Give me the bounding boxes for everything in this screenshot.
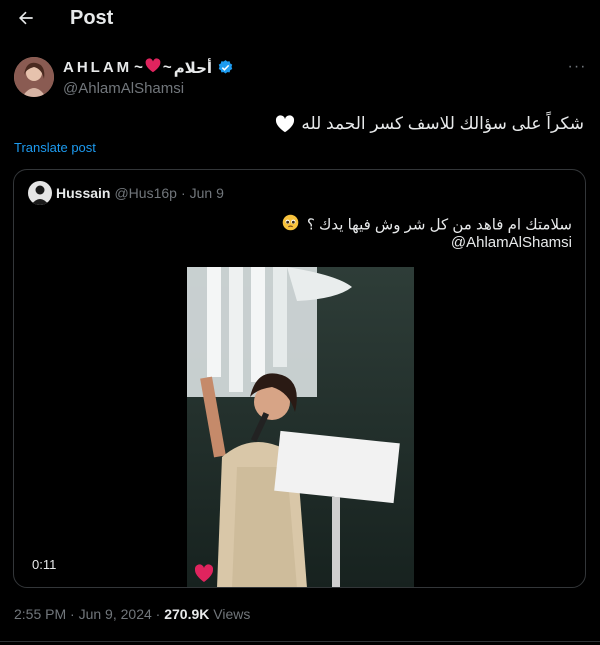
arrow-left-icon xyxy=(16,8,36,33)
verified-badge-icon xyxy=(217,59,234,76)
quoted-post-mention[interactable]: @AhlamAlShamsi xyxy=(451,234,572,251)
divider xyxy=(0,641,600,642)
dot-separator: · xyxy=(180,185,186,201)
name-separator: ~ xyxy=(134,59,143,76)
dot-separator: · xyxy=(70,606,75,622)
post-metadata: 2:55 PM · Jun 9, 2024 · 270.9K Views xyxy=(14,606,250,622)
views-label: Views xyxy=(213,606,251,622)
page-title: Post xyxy=(70,7,114,29)
dot-separator: · xyxy=(155,606,161,622)
quoted-author-name[interactable]: Hussain xyxy=(56,185,110,201)
author-display-name[interactable]: AHLAM ~ ~ أحلام xyxy=(63,58,234,77)
author-avatar[interactable] xyxy=(14,57,54,97)
pleading-face-icon xyxy=(282,214,299,237)
post-date[interactable]: Jun 9, 2024 xyxy=(79,606,152,622)
more-options-button[interactable]: ··· xyxy=(566,57,588,77)
quoted-author-avatar[interactable] xyxy=(28,181,52,205)
video-player[interactable] xyxy=(187,267,414,587)
header-bar: Post xyxy=(0,0,600,40)
name-separator: ~ xyxy=(162,59,172,76)
white-heart-icon xyxy=(275,115,295,133)
author-name-latin: AHLAM xyxy=(63,59,133,76)
tweet-body: شكراً على سؤالك للاسف كسر الحمد لله xyxy=(301,114,584,133)
translate-post-link[interactable]: Translate post xyxy=(14,140,96,155)
author-name-arabic: أحلام xyxy=(173,59,213,77)
quoted-post-card[interactable]: Hussain @Hus16p · Jun 9 سلامتك ام فاهد م… xyxy=(13,169,586,588)
back-button[interactable] xyxy=(12,6,40,34)
more-horizontal-icon: ··· xyxy=(567,58,587,75)
tweet-text: شكراً على سؤالك للاسف كسر الحمد لله xyxy=(275,114,584,134)
quoted-post-date[interactable]: Jun 9 xyxy=(190,185,224,201)
post-time[interactable]: 2:55 PM xyxy=(14,606,66,622)
views-count: 270.9K xyxy=(164,606,210,622)
video-duration: 0:11 xyxy=(32,557,57,572)
author-handle[interactable]: @AhlamAlShamsi xyxy=(63,80,184,97)
quoted-post-header: Hussain @Hus16p · Jun 9 xyxy=(56,185,224,201)
quoted-text-body: سلامتك ام فاهد من كل شر وش فيها يدك ؟ xyxy=(306,216,572,234)
quoted-author-handle[interactable]: @Hus16p xyxy=(114,185,176,201)
post-page: Post AHLAM ~ ~ أحلام @AhlamAlShamsi ··· … xyxy=(0,0,600,645)
red-heart-icon xyxy=(145,58,161,77)
